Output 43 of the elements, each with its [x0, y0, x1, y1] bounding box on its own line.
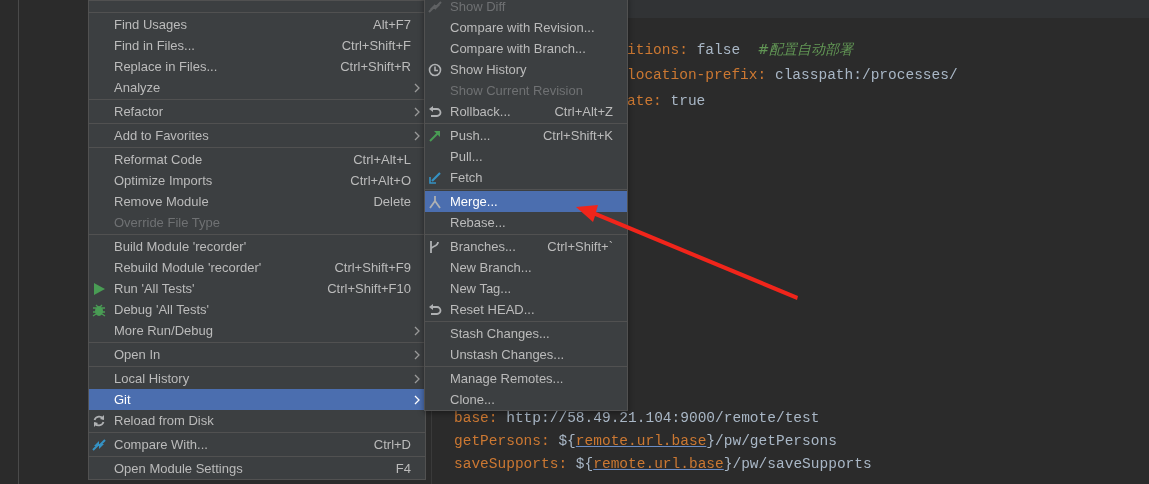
menu-item[interactable]: Add to Favorites [89, 125, 425, 146]
menu-item[interactable]: Push... Ctrl+Shift+K [425, 125, 627, 146]
menu-item[interactable]: Unstash Changes... [425, 344, 627, 365]
menu-item[interactable]: Reset HEAD... [425, 299, 627, 320]
menu-item[interactable]: More Run/Debug [89, 320, 425, 341]
menu-item[interactable]: Debug 'All Tests' [89, 299, 425, 320]
code-line: base: http://58.49.21.104:9000/remote/test [454, 409, 821, 428]
menu-item[interactable]: Branches... Ctrl+Shift+` [425, 236, 627, 257]
code-line: saveSupports: ${remote.url.base}/pw/saveSupports [454, 455, 873, 474]
menu-item[interactable]: Open In [89, 344, 425, 365]
menu-item[interactable]: Replace in Files... Ctrl+Shift+R [89, 56, 425, 77]
menu-item[interactable]: Run 'All Tests' Ctrl+Shift+F10 [89, 278, 425, 299]
menu-item[interactable]: Reload from Disk [89, 410, 425, 431]
code-line: location-prefix: classpath:/processes/ [627, 66, 959, 85]
menu-item[interactable]: Refactor [89, 101, 425, 122]
menu-item[interactable]: Manage Remotes... [425, 368, 627, 389]
menu-item[interactable]: Rebuild Module 'recorder' Ctrl+Shift+F9 [89, 257, 425, 278]
menu-item[interactable]: Reformat Code Ctrl+Alt+L [89, 149, 425, 170]
menu-item[interactable]: Merge... [425, 191, 627, 212]
menu-item[interactable]: Analyze [89, 77, 425, 98]
menu-item[interactable]: Compare with Branch... [425, 38, 627, 59]
menu-item[interactable]: New Branch... [425, 257, 627, 278]
menu-item[interactable]: Find in Files... Ctrl+Shift+F [89, 35, 425, 56]
menu-item[interactable]: Build Module 'recorder' [89, 236, 425, 257]
menu-item[interactable]: Compare With... Ctrl+D [89, 434, 425, 455]
code-line: ate: true [627, 92, 707, 111]
menu-item[interactable]: Git [89, 389, 425, 410]
menu-item[interactable]: Fetch [425, 167, 627, 188]
menu-item[interactable]: Show History [425, 59, 627, 80]
menu-item[interactable]: New Tag... [425, 278, 627, 299]
menu-item[interactable]: Remove Module Delete [89, 191, 425, 212]
code-line: getPersons: ${remote.url.base}/pw/getPersons [454, 432, 838, 451]
menu-item[interactable]: Compare with Revision... [425, 17, 627, 38]
code-line: itions: false #配置自动部署 [627, 40, 855, 60]
menu-item[interactable]: Rebase... [425, 212, 627, 233]
menu-item[interactable]: Optimize Imports Ctrl+Alt+O [89, 170, 425, 191]
menu-item[interactable]: Stash Changes... [425, 323, 627, 344]
menu-item[interactable]: Find Usages Alt+F7 [89, 14, 425, 35]
menu-item[interactable]: Pull... [425, 146, 627, 167]
menu-item[interactable]: Clone... [425, 389, 627, 410]
menu-item[interactable]: Rollback... Ctrl+Alt+Z [425, 101, 627, 122]
menu-item[interactable]: Local History [89, 368, 425, 389]
menu-item[interactable]: Open Module Settings F4 [89, 458, 425, 479]
